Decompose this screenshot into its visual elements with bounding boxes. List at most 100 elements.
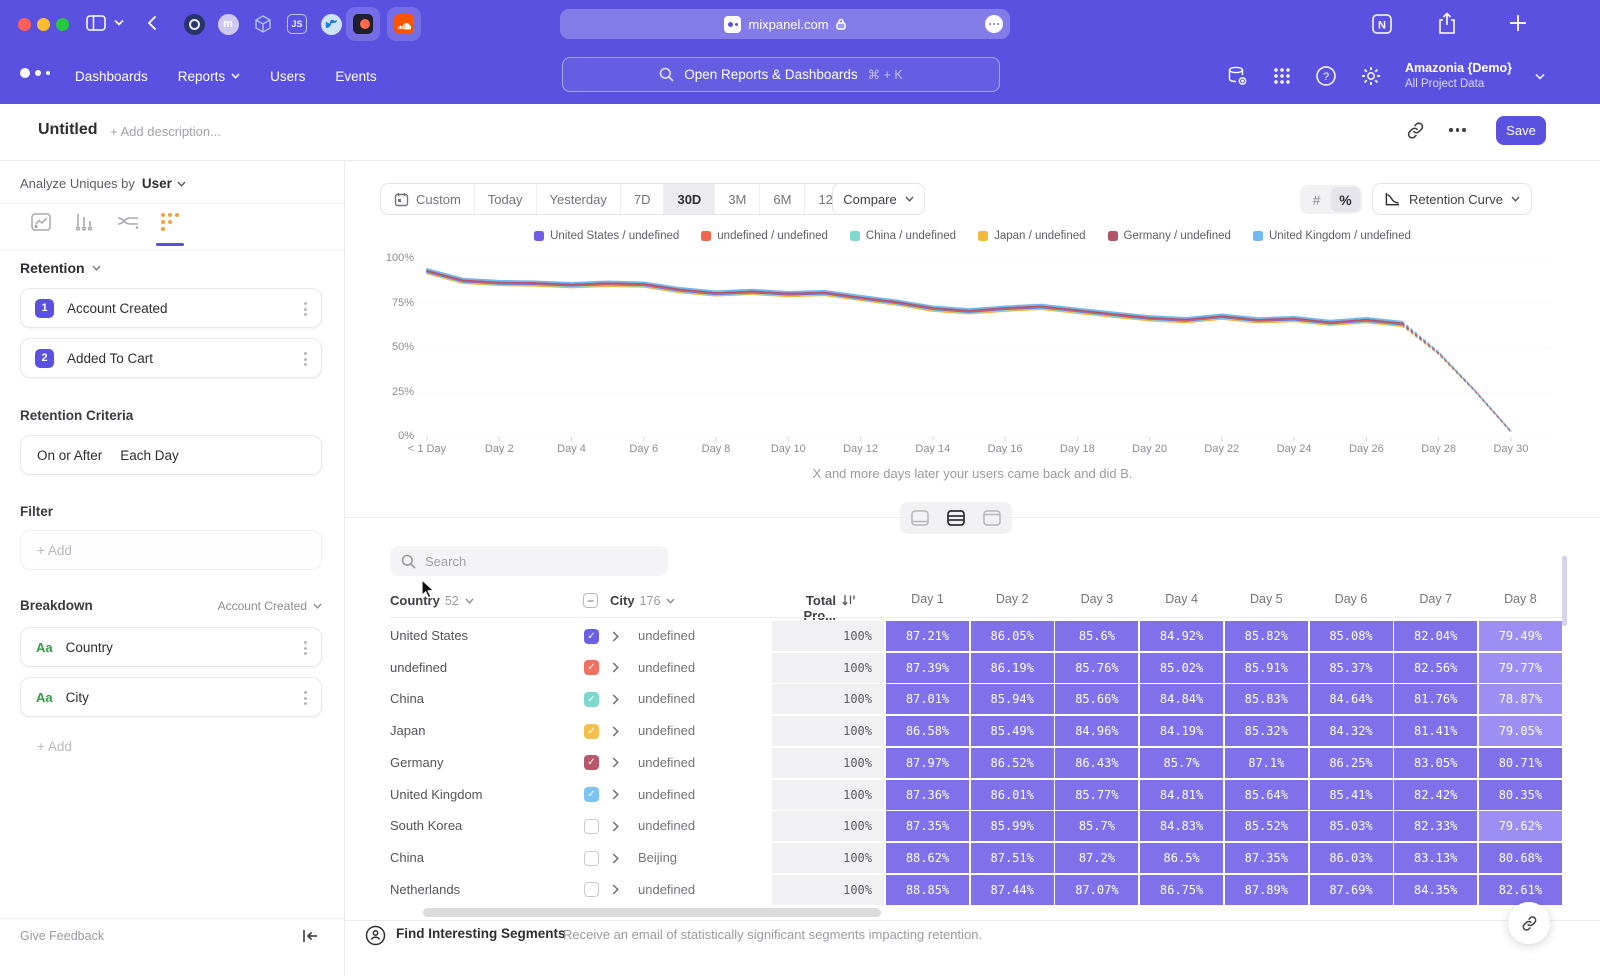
copy-link-icon[interactable] [1406,121,1425,140]
extension-patreon-icon[interactable] [346,7,380,41]
settings-gear-icon[interactable] [1360,65,1382,87]
nav-users[interactable]: Users [270,69,305,84]
retention-cell[interactable]: 82.04% [1394,621,1477,651]
url-bar[interactable]: mixpanel.com [560,9,1010,39]
row-expand-icon[interactable] [612,757,619,768]
collapse-sidebar-icon[interactable] [302,929,318,943]
retention-cell[interactable]: 85.49% [971,716,1054,746]
save-button[interactable]: Save [1496,116,1546,145]
legend-item[interactable]: China / undefined [850,230,956,242]
percent-toggle[interactable]: % [1331,187,1360,212]
split-view-button[interactable] [942,505,970,531]
day-column-header[interactable]: Day 1 [886,592,969,612]
retention-cell[interactable]: 85.52% [1225,811,1308,841]
retention-cell[interactable]: 84.83% [1140,811,1223,841]
day-column-header[interactable]: Day 4 [1140,592,1223,612]
chart-type-dropdown[interactable]: Retention Curve [1372,183,1532,215]
absolute-numbers-toggle[interactable]: # [1302,187,1331,212]
retention-cell[interactable]: 84.32% [1310,716,1393,746]
filter-add-button[interactable]: + Add [20,530,322,570]
extension-cube-icon[interactable] [246,7,280,41]
row-expand-icon[interactable] [612,884,619,895]
day-column-header[interactable]: Day 2 [971,592,1054,612]
breakdown-scope-dropdown[interactable]: Account Created [218,599,322,613]
table-only-view-button[interactable] [978,505,1006,531]
retention-cell[interactable]: 85.77% [1055,780,1138,810]
retention-cell[interactable]: 86.75% [1140,875,1223,905]
row-expand-icon[interactable] [612,821,619,832]
retention-cell[interactable]: 84.92% [1140,621,1223,651]
breakdown-city[interactable]: Aa City [20,677,322,717]
retention-cell[interactable]: 83.13% [1394,843,1477,873]
retention-cell[interactable]: 85.37% [1310,653,1393,683]
criteria-on-or-after[interactable]: On or After [37,448,102,463]
retention-cell[interactable]: 85.83% [1225,684,1308,714]
step-menu-icon[interactable] [304,301,307,317]
retention-cell[interactable]: 87.01% [886,684,969,714]
row-expand-icon[interactable] [612,726,619,737]
retention-cell[interactable]: 85.99% [971,811,1054,841]
retention-criteria-card[interactable]: On or After Each Day [20,435,322,475]
retention-cell[interactable]: 87.35% [1225,843,1308,873]
browser-sidebar-icon[interactable] [86,15,106,31]
row-checkbox[interactable] [584,882,599,897]
row-checkbox[interactable]: ✓ [584,692,599,707]
table-search[interactable] [390,546,668,576]
retention-step-2[interactable]: 2 Added To Cart [20,338,322,378]
tab-flows[interactable] [116,211,140,233]
nav-dashboards[interactable]: Dashboards [75,69,148,84]
legend-item[interactable]: United States / undefined [534,230,679,242]
retention-cell[interactable]: 85.76% [1055,653,1138,683]
retention-cell[interactable]: 81.76% [1394,684,1477,714]
day-column-header[interactable]: Day 3 [1055,592,1138,612]
retention-cell[interactable]: 85.32% [1225,716,1308,746]
extension-ring-icon[interactable] [177,7,211,41]
retention-cell[interactable]: 86.03% [1310,843,1393,873]
row-expand-icon[interactable] [612,631,619,642]
retention-cell[interactable]: 87.39% [886,653,969,683]
retention-cell[interactable]: 86.01% [971,780,1054,810]
legend-item[interactable]: United Kingdom / undefined [1253,230,1411,242]
legend-item[interactable]: undefined / undefined [701,230,828,242]
legend-item[interactable]: Japan / undefined [978,230,1085,242]
retention-cell[interactable]: 87.21% [886,621,969,651]
vertical-scrollbar[interactable] [1562,556,1567,626]
day-column-header[interactable]: Day 7 [1394,592,1477,612]
retention-cell[interactable]: 84.81% [1140,780,1223,810]
mixpanel-logo[interactable] [20,68,50,78]
tab-retention[interactable] [159,211,181,233]
retention-cell[interactable]: 85.02% [1140,653,1223,683]
retention-step-1[interactable]: 1 Account Created [20,288,322,328]
breakdown-country[interactable]: Aa Country [20,627,322,667]
retention-cell[interactable]: 88.62% [886,843,969,873]
retention-cell[interactable]: 82.56% [1394,653,1477,683]
tab-insights[interactable] [30,211,52,233]
table-search-input[interactable] [425,554,645,569]
range-today[interactable]: Today [474,184,536,214]
retention-cell[interactable]: 86.5% [1140,843,1223,873]
row-expand-icon[interactable] [612,694,619,705]
retention-cell[interactable]: 83.05% [1394,748,1477,778]
retention-cell[interactable]: 78.87% [1479,684,1562,714]
help-icon[interactable]: ? [1315,65,1337,87]
report-title[interactable]: Untitled [38,121,98,139]
retention-cell[interactable]: 87.69% [1310,875,1393,905]
retention-cell[interactable]: 79.05% [1479,716,1562,746]
nav-events[interactable]: Events [335,69,376,84]
day-column-header[interactable]: Day 6 [1310,592,1393,612]
row-checkbox[interactable]: ✓ [584,629,599,644]
segments-title[interactable]: Find Interesting Segments [396,926,566,941]
day-column-header[interactable]: Day 8 [1479,592,1562,612]
analyze-value-dropdown[interactable]: User [142,176,186,191]
retention-cell[interactable]: 80.35% [1479,780,1562,810]
row-expand-icon[interactable] [612,662,619,673]
row-expand-icon[interactable] [612,789,619,800]
give-feedback-link[interactable]: Give Feedback [20,929,104,943]
retention-cell[interactable]: 87.2% [1055,843,1138,873]
notion-icon[interactable]: N [1371,13,1393,35]
retention-cell[interactable]: 79.62% [1479,811,1562,841]
compare-button[interactable]: Compare [832,183,925,215]
retention-cell[interactable]: 86.58% [886,716,969,746]
retention-cell[interactable]: 86.52% [971,748,1054,778]
retention-cell[interactable]: 87.89% [1225,875,1308,905]
